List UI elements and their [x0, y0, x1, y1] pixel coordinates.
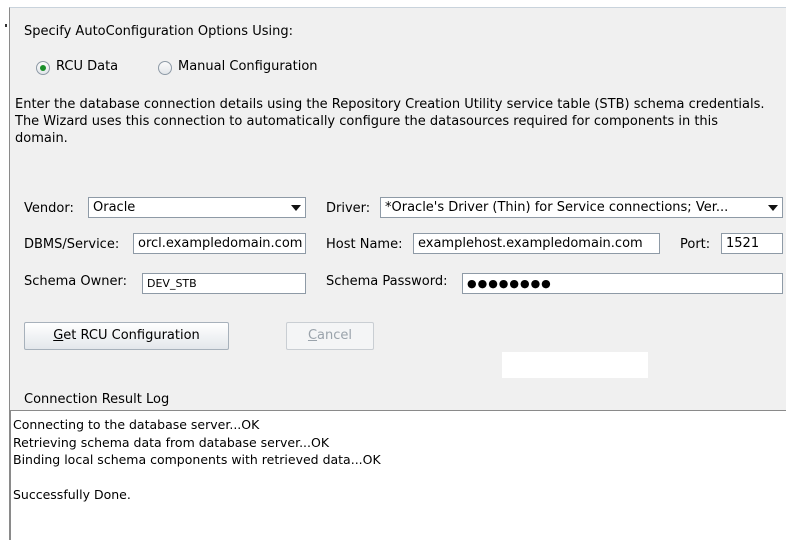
log-line: Binding local schema components with ret… [13, 452, 381, 467]
schema-owner-label: Schema Owner: [24, 274, 127, 289]
connection-result-log[interactable]: Connecting to the database server...OK R… [10, 410, 786, 540]
schema-owner-input[interactable]: DEV_STB [142, 273, 306, 294]
vendor-value: Oracle [93, 200, 136, 215]
port-label: Port: [680, 237, 711, 252]
cancel-label: ancel [317, 328, 353, 343]
manual-configuration-label[interactable]: Manual Configuration [178, 59, 318, 74]
autoconfig-title: Specify AutoConfiguration Options Using: [24, 24, 293, 39]
chevron-down-icon [768, 205, 778, 211]
log-line: Successfully Done. [13, 487, 131, 502]
mnemonic-g: G [53, 328, 64, 343]
driver-value: *Oracle's Driver (Thin) for Service conn… [385, 200, 729, 215]
manual-configuration-radio[interactable] [158, 61, 172, 75]
mnemonic-c: C [307, 328, 318, 343]
chevron-down-icon [291, 205, 301, 211]
driver-select[interactable]: *Oracle's Driver (Thin) for Service conn… [380, 197, 783, 218]
connection-description: Enter the database connection details us… [15, 97, 765, 146]
port-input[interactable]: 1521 [721, 233, 783, 254]
log-line: Connecting to the database server...OK [13, 417, 260, 432]
rcu-data-radio[interactable] [36, 61, 50, 75]
host-name-label: Host Name: [326, 237, 403, 252]
log-line: Retrieving schema data from database ser… [13, 434, 330, 450]
get-rcu-label: et RCU Configuration [63, 328, 200, 343]
vendor-select[interactable]: Oracle [88, 197, 306, 218]
rcu-data-label[interactable]: RCU Data [56, 59, 118, 74]
host-name-input[interactable]: examplehost.exampledomain.com [413, 233, 660, 254]
cancel-button[interactable]: Cancel [286, 322, 374, 350]
vendor-label: Vendor: [24, 201, 74, 216]
get-rcu-configuration-button[interactable]: Get RCU Configuration [24, 322, 229, 350]
dbms-service-label: DBMS/Service: [24, 237, 120, 252]
blank-area [502, 352, 648, 378]
radio-selected-dot [40, 65, 46, 71]
schema-password-label: Schema Password: [326, 274, 448, 289]
schema-password-input[interactable]: ●●●●●●●● [462, 273, 783, 294]
driver-label: Driver: [326, 201, 371, 216]
dbms-service-input[interactable]: orcl.exampledomain.com [133, 233, 306, 254]
edge-marker [5, 24, 7, 27]
connection-result-log-title: Connection Result Log [24, 392, 170, 407]
